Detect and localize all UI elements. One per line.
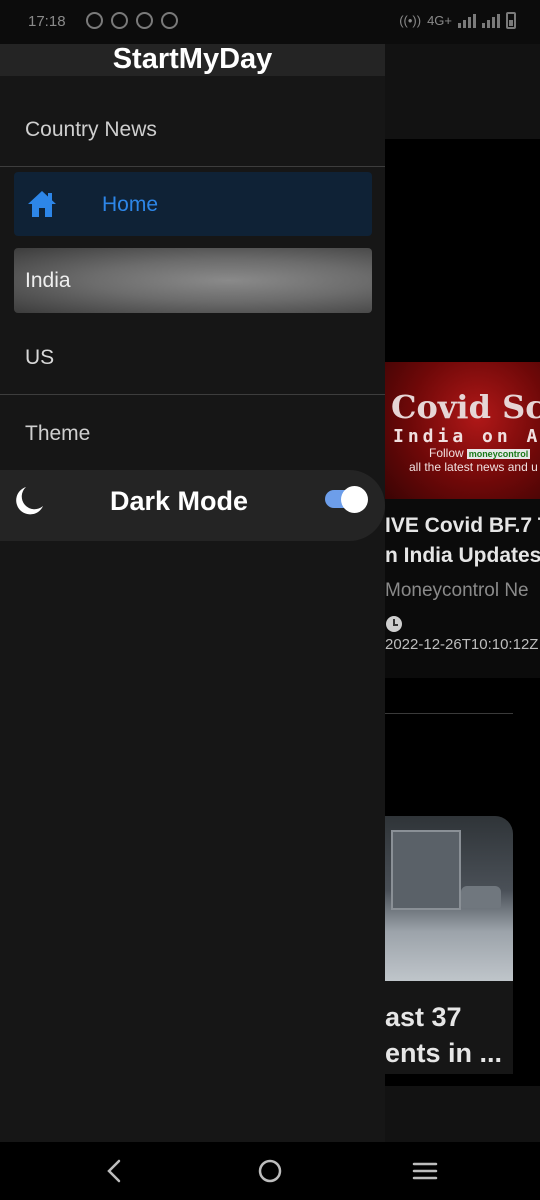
news-card-timestamp: 2022-12-26T10:10:12Z <box>385 636 539 653</box>
banner-subtext: India on A <box>393 426 540 447</box>
drawer-item-label: US <box>25 346 55 369</box>
status-indicators: ((•)) 4G+ <box>399 12 516 29</box>
news-card[interactable]: ast 37 ents in ... <box>385 816 513 1074</box>
news-card-image: Covid Sc India on A Follow moneycontrol a… <box>385 362 540 499</box>
hotspot-icon: ((•)) <box>399 13 422 28</box>
notification-icons <box>86 12 178 29</box>
news-card-image <box>385 816 513 981</box>
house-shape <box>391 830 461 910</box>
news-card-source: Moneycontrol Ne <box>385 580 529 601</box>
menu-icon[interactable] <box>410 1156 440 1186</box>
bottom-bar <box>385 1086 540 1142</box>
moon-icon <box>16 487 43 515</box>
toggle-knob <box>341 486 368 513</box>
drawer-item-india[interactable]: India <box>14 248 372 313</box>
dark-mode-label: Dark Mode <box>110 486 249 516</box>
clock-icon <box>386 616 402 632</box>
whatsapp-icon <box>86 12 103 29</box>
battery-icon <box>506 12 516 29</box>
system-nav-bar <box>0 1142 540 1200</box>
news-card-title: IVE Covid BF.7 T <box>385 514 540 537</box>
navigation-drawer: StartMyDay Country News Home India US Th… <box>0 44 385 1142</box>
app-notification-icon <box>161 12 178 29</box>
dribbble-icon <box>111 12 128 29</box>
signal-icon-2 <box>482 13 500 28</box>
back-icon[interactable] <box>100 1156 130 1186</box>
banner-text: Covid Sc <box>391 388 540 426</box>
dark-mode-row[interactable]: Dark Mode <box>0 470 385 541</box>
section-theme: Theme <box>25 422 91 445</box>
status-time: 17:18 <box>28 13 66 30</box>
signal-icon <box>458 13 476 28</box>
instagram-icon <box>136 12 153 29</box>
network-type: 4G+ <box>427 13 452 28</box>
banner-follow: Follow moneycontrol <box>429 446 531 460</box>
drawer-item-label: Home <box>102 193 159 216</box>
home-circle-icon[interactable] <box>255 1156 285 1186</box>
home-icon <box>28 191 56 217</box>
section-country-news: Country News <box>25 118 157 141</box>
banner-footer: all the latest news and u <box>409 460 538 474</box>
drawer-item-home[interactable]: Home <box>14 172 372 236</box>
banner-brand: moneycontrol <box>466 449 531 459</box>
status-bar: 17:18 ((•)) 4G+ <box>0 0 540 44</box>
car-shape <box>461 886 501 908</box>
drawer-title: StartMyDay <box>112 43 273 75</box>
drawer-item-label: India <box>25 269 71 292</box>
drawer-divider <box>0 394 385 395</box>
news-card-title: ast 37 <box>385 1002 462 1032</box>
banner-follow-text: Follow <box>429 446 464 460</box>
news-card[interactable]: Covid Sc India on A Follow moneycontrol a… <box>385 362 540 678</box>
drawer-divider <box>0 166 385 167</box>
drawer-item-us[interactable]: US <box>0 326 385 388</box>
news-card-title-line2: n India Updates <box>385 544 540 567</box>
news-card-title-line2: ents in ... <box>385 1038 503 1068</box>
feed-divider <box>385 713 513 714</box>
dark-mode-toggle[interactable] <box>325 486 369 513</box>
